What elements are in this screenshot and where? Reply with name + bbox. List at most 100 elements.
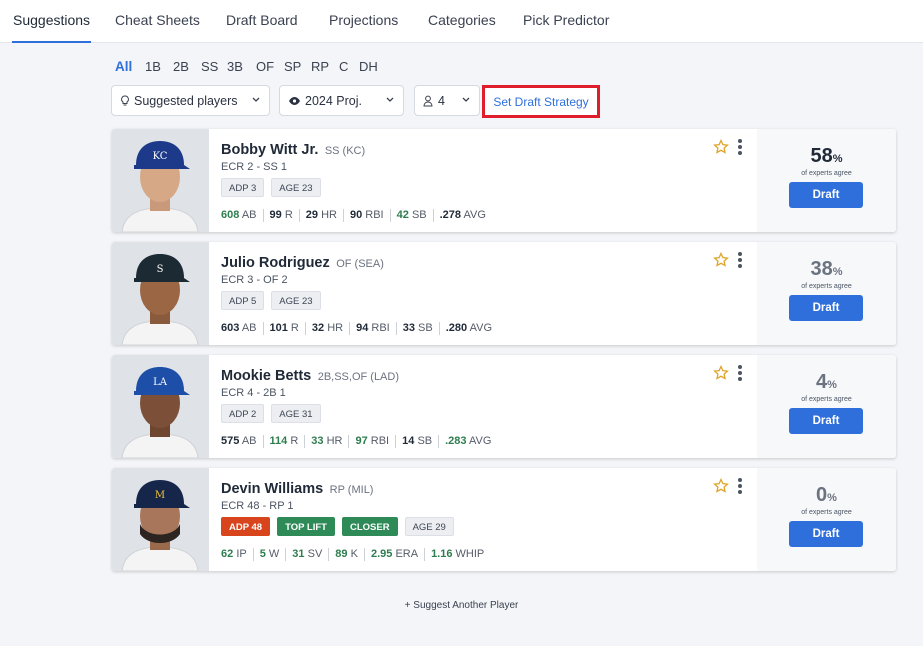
draft-button[interactable]: Draft <box>789 408 863 434</box>
adp-badge: ADP 48 <box>221 517 271 536</box>
suggest-another-player-link[interactable]: + Suggest Another Player <box>0 600 923 611</box>
team-logo-text: KC <box>153 151 168 162</box>
stat-label: SB <box>411 209 427 221</box>
player-position: 2B,SS,OF (LAD) <box>317 371 399 383</box>
player-headshot-icon: M <box>121 480 199 571</box>
adp-badge: ADP 3 <box>221 178 265 197</box>
more-options-icon[interactable] <box>737 365 743 381</box>
stat-value: 1.16 <box>431 548 453 560</box>
more-options-icon[interactable] <box>737 252 743 268</box>
stat-label: K <box>350 548 358 560</box>
expert-agree-percent: 0% <box>816 484 837 506</box>
stat-value: 575 <box>221 435 240 447</box>
stat-value: 90 <box>349 209 363 221</box>
position-filter-dh[interactable]: DH <box>359 59 378 74</box>
player-headshot-icon: LA <box>121 367 199 458</box>
stat-value: 2.95 <box>370 548 393 560</box>
position-filter-1b[interactable]: 1B <box>145 59 161 74</box>
draft-button[interactable]: Draft <box>789 182 863 208</box>
star-icon[interactable] <box>713 478 729 494</box>
player-position: RP (MIL) <box>329 484 374 496</box>
tab-categories[interactable]: Categories <box>428 12 496 43</box>
tab-cheat-sheets[interactable]: Cheat Sheets <box>115 12 200 43</box>
experts-agree-label: of experts agree <box>801 509 852 516</box>
player-card: LA Mookie Betts 2B,SS,OF (LAD) ECR 4 - 2… <box>112 355 896 458</box>
position-filter-all[interactable]: All <box>115 59 132 74</box>
player-card: S Julio Rodriguez OF (SEA) ECR 3 - OF 2 … <box>112 242 896 345</box>
eye-icon <box>289 96 300 105</box>
tab-draft-board[interactable]: Draft Board <box>226 12 298 43</box>
stat-value: 97 <box>355 435 368 447</box>
position-filter-2b[interactable]: 2B <box>173 59 189 74</box>
stat-value: 14 <box>402 435 415 447</box>
stat-label: AVG <box>463 209 486 221</box>
age-badge: AGE 23 <box>271 178 321 197</box>
stat-value: 608 <box>221 209 240 221</box>
stat-label: SV <box>307 548 323 560</box>
tab-projections[interactable]: Projections <box>329 12 398 43</box>
draft-panel: 0% of experts agree Draft <box>757 468 896 571</box>
set-draft-strategy-button[interactable]: Set Draft Strategy <box>482 85 600 118</box>
stat-label: ERA <box>395 548 419 560</box>
draft-button[interactable]: Draft <box>789 295 863 321</box>
user-icon <box>423 95 433 106</box>
player-name[interactable]: Mookie Betts <box>221 368 311 384</box>
draft-button[interactable]: Draft <box>789 521 863 547</box>
closer-badge: CLOSER <box>341 517 398 536</box>
stat-label: HR <box>326 435 343 447</box>
draft-panel: 4% of experts agree Draft <box>757 355 896 458</box>
position-filter-c[interactable]: C <box>339 59 348 74</box>
draft-panel: 58% of experts agree Draft <box>757 129 896 232</box>
player-photo: KC <box>112 129 209 232</box>
star-icon[interactable] <box>713 365 729 381</box>
stat-value: .278 <box>439 209 462 221</box>
stat-label: AVG <box>469 435 492 447</box>
player-stats: 608 AB 99 R 29 HR 90 RBI 42 SB .278 AVG <box>221 209 492 222</box>
player-count-dropdown[interactable]: 4 <box>414 85 480 116</box>
more-options-icon[interactable] <box>737 478 743 494</box>
top-lift-badge: TOP LIFT <box>277 517 335 536</box>
player-name[interactable]: Bobby Witt Jr. <box>221 142 318 158</box>
stat-value: 114 <box>269 435 288 447</box>
stat-value: 89 <box>335 548 348 560</box>
player-name[interactable]: Devin Williams <box>221 481 323 497</box>
stat-value: 33 <box>311 435 324 447</box>
age-badge: AGE 31 <box>271 404 321 423</box>
draft-panel: 38% of experts agree Draft <box>757 242 896 345</box>
stat-value: 101 <box>269 322 288 334</box>
position-filter-sp[interactable]: SP <box>284 59 301 74</box>
position-filter-rp[interactable]: RP <box>311 59 329 74</box>
player-position: SS (KC) <box>324 145 366 157</box>
stat-label: IP <box>236 548 247 560</box>
player-ecr: ECR 2 - SS 1 <box>221 161 288 173</box>
star-icon[interactable] <box>713 139 729 155</box>
stat-value: .280 <box>445 322 468 334</box>
suggested-players-dropdown[interactable]: Suggested players <box>111 85 270 116</box>
team-logo-text: LA <box>153 377 168 388</box>
top-tab-bar: Suggestions Cheat Sheets Draft Board Pro… <box>0 0 923 43</box>
projection-label: 2024 Proj. <box>305 93 362 108</box>
player-name[interactable]: Julio Rodriguez <box>221 255 330 271</box>
player-photo: M <box>112 468 209 571</box>
stat-value: 603 <box>221 322 240 334</box>
player-stats: 575 AB 114 R 33 HR 97 RBI 14 SB .283 AVG <box>221 435 497 448</box>
stat-label: WHIP <box>455 548 485 560</box>
projection-dropdown[interactable]: 2024 Proj. <box>279 85 404 116</box>
star-icon[interactable] <box>713 252 729 268</box>
stat-label: HR <box>321 209 337 221</box>
player-ecr: ECR 48 - RP 1 <box>221 500 294 512</box>
tab-pick-predictor[interactable]: Pick Predictor <box>523 12 609 43</box>
more-options-icon[interactable] <box>737 139 743 155</box>
stat-label: RBI <box>365 209 384 221</box>
chevron-down-icon <box>386 97 394 102</box>
tab-suggestions[interactable]: Suggestions <box>11 12 92 43</box>
position-filter-of[interactable]: OF <box>256 59 274 74</box>
stat-value: 99 <box>269 209 282 221</box>
stat-label: RBI <box>370 435 390 447</box>
adp-badge: ADP 2 <box>221 404 265 423</box>
team-logo-text: S <box>157 264 164 275</box>
position-filter-3b[interactable]: 3B <box>227 59 243 74</box>
position-filter-ss[interactable]: SS <box>201 59 218 74</box>
stat-value: 42 <box>396 209 409 221</box>
player-ecr: ECR 4 - 2B 1 <box>221 387 286 399</box>
